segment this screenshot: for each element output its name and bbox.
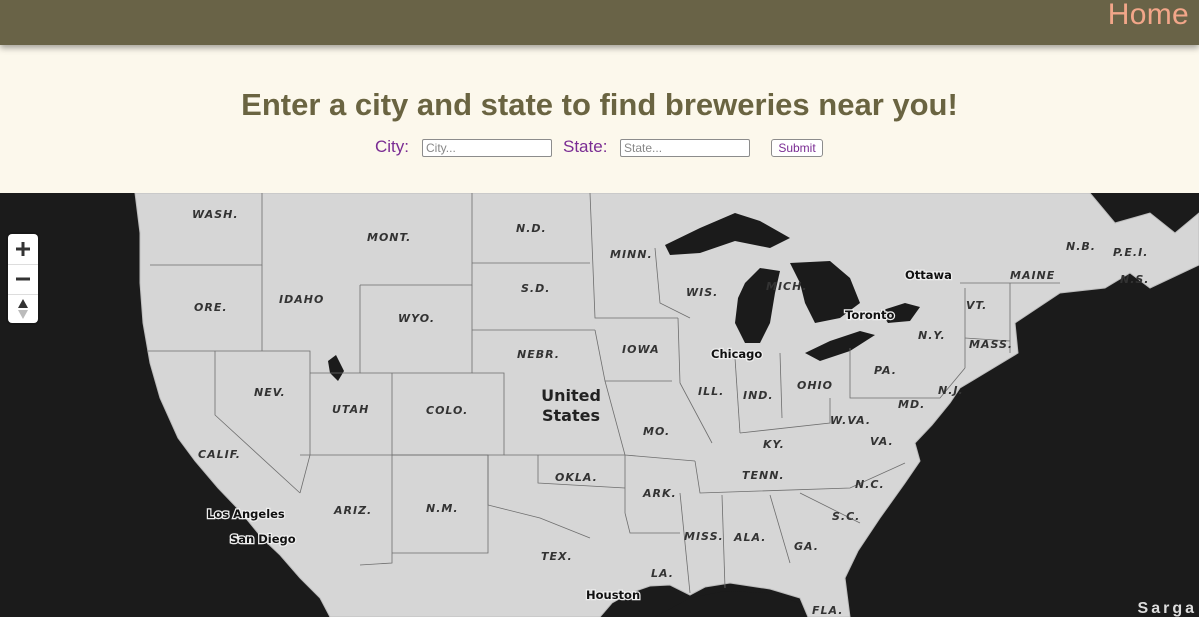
state-label: N.J. (938, 384, 964, 397)
state-label: FLA. (812, 604, 843, 617)
search-form: City: State: Submit (0, 137, 1199, 161)
state-label: LA. (651, 567, 674, 580)
map-canvas[interactable]: WASH. MONT. N.D. MINN. ORE. IDAHO S.D. W… (0, 193, 1199, 617)
state-label: NEV. (254, 386, 286, 399)
zoom-in-button[interactable] (8, 234, 38, 263)
state-label: IND. (743, 389, 774, 402)
state-label: N.Y. (918, 329, 946, 342)
city-label: City: (375, 137, 409, 156)
page-title: Enter a city and state to find breweries… (241, 87, 958, 122)
state-label: P.E.I. (1113, 246, 1148, 259)
state-label: TENN. (742, 469, 785, 482)
state-label: IOWA (622, 343, 660, 356)
state-label: PA. (874, 364, 897, 377)
state-label: MASS. (969, 338, 1013, 351)
state-label: ALA. (733, 531, 766, 544)
state-label: VT. (966, 299, 987, 312)
state-label: ILL. (698, 385, 724, 398)
map-controls (8, 234, 38, 323)
state-label: N.S. (1120, 273, 1150, 286)
state-label: ARK. (642, 487, 677, 500)
state-label: COLO. (426, 404, 468, 417)
state-label: WIS. (686, 286, 718, 299)
state-label: CALIF. (198, 448, 241, 461)
state-label: S.C. (832, 510, 860, 523)
state-label: ARIZ. (333, 504, 372, 517)
state-label: TEX. (541, 550, 573, 563)
city-label: Ottawa (905, 268, 952, 282)
land-mass (134, 193, 1199, 617)
home-link[interactable]: Home (1108, 0, 1189, 32)
city-label: Houston (586, 588, 640, 602)
state-label: MONT. (367, 231, 411, 244)
search-panel: Enter a city and state to find breweries… (0, 45, 1199, 193)
state-label: MISS. (684, 530, 724, 543)
state-label: NEBR. (517, 348, 560, 361)
state-label: IDAHO (279, 293, 324, 306)
state-label: MO. (643, 425, 670, 438)
zoom-out-button[interactable] (8, 264, 38, 293)
state-label: UTAH (332, 403, 369, 416)
plus-icon (16, 241, 30, 256)
gulf-coast-water (655, 591, 805, 617)
state-label: OHIO (797, 379, 833, 392)
submit-button[interactable]: Submit (771, 139, 823, 157)
city-label: Los Angeles (207, 507, 285, 521)
country-label: States (542, 406, 600, 425)
state-input[interactable] (620, 139, 750, 157)
state-label: KY. (763, 438, 785, 451)
state-label: VA. (870, 435, 894, 448)
city-input[interactable] (422, 139, 552, 157)
state-label: MINN. (610, 248, 653, 261)
state-label: N.M. (426, 502, 459, 515)
state-label: MICH. (766, 280, 808, 293)
city-label: San Diego (230, 532, 296, 546)
state-label: WASH. (192, 208, 239, 221)
minus-icon (16, 277, 30, 281)
city-label: Toronto (845, 308, 894, 322)
top-nav-bar: Home (0, 0, 1199, 45)
state-label: State: (563, 137, 608, 156)
state-label: MD. (898, 398, 925, 411)
state-label: ORE. (194, 301, 228, 314)
state-label: WYO. (398, 312, 435, 325)
state-label: MAINE (1010, 269, 1055, 282)
compass-icon (18, 299, 28, 319)
compass-button[interactable] (8, 294, 38, 323)
map-attribution: Sarga (1137, 600, 1197, 617)
state-label: GA. (794, 540, 819, 553)
state-label: N.D. (516, 222, 547, 235)
state-label: S.D. (521, 282, 550, 295)
country-label: United (541, 386, 601, 405)
state-label: W.VA. (830, 414, 871, 427)
state-label: N.C. (855, 478, 885, 491)
city-label: Chicago (711, 347, 762, 361)
state-label: OKLA. (555, 471, 598, 484)
map-svg: WASH. MONT. N.D. MINN. ORE. IDAHO S.D. W… (134, 193, 1199, 617)
state-label: N.B. (1066, 240, 1096, 253)
